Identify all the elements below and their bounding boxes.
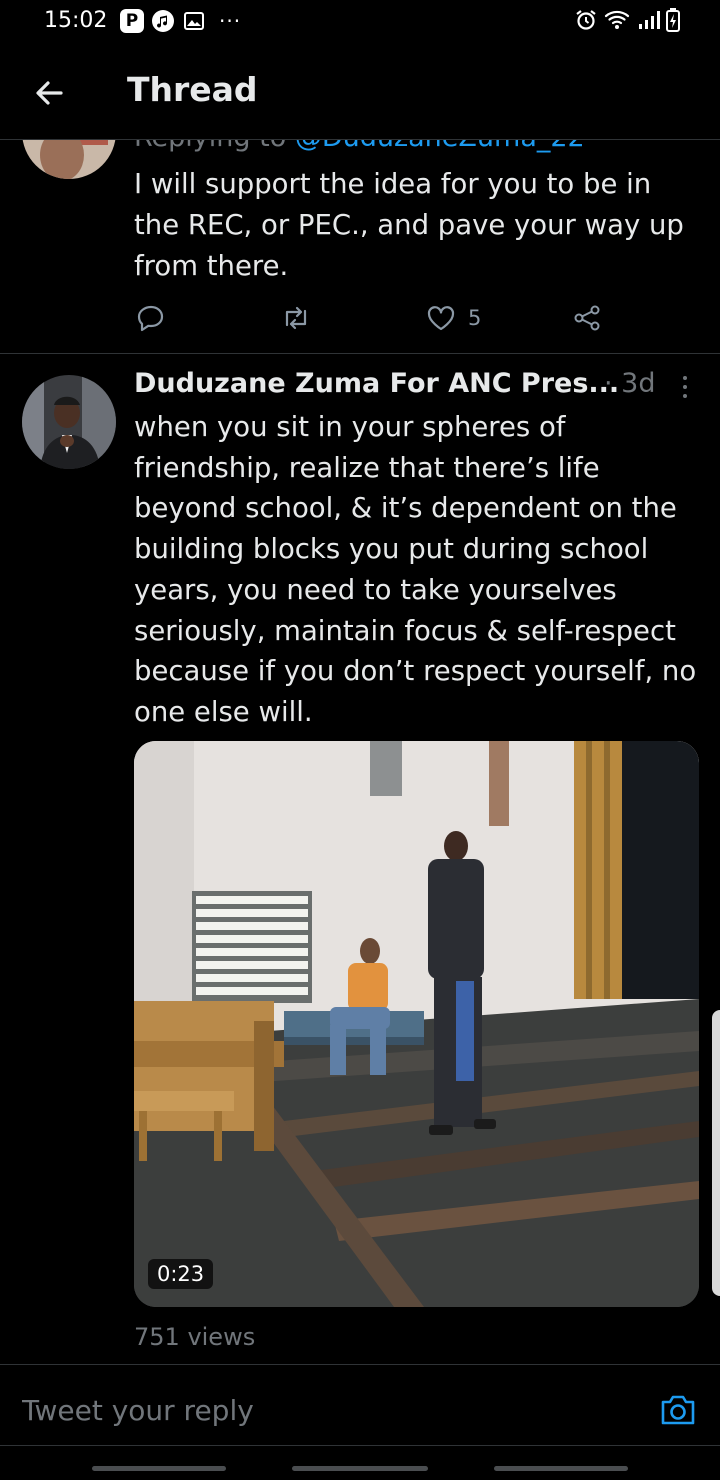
scroll-handle[interactable] <box>712 1010 720 1296</box>
video-player[interactable]: 0:23 <box>134 741 699 1307</box>
comment-icon <box>137 305 164 332</box>
main-tweet[interactable]: Duduzane Zuma For ANC Pres... · 3d when … <box>0 355 720 1365</box>
tweet-text: I will support the idea for you to be in… <box>134 168 684 282</box>
reply-input[interactable] <box>22 1390 582 1430</box>
share-button[interactable] <box>572 298 602 338</box>
nav-back-button[interactable] <box>494 1466 628 1471</box>
back-button[interactable] <box>28 72 70 114</box>
page-title: Thread <box>127 70 258 109</box>
music-icon <box>151 9 175 33</box>
nav-recents-button[interactable] <box>92 1466 226 1471</box>
tweet-text: when you sit in your spheres of friendsh… <box>134 411 697 728</box>
camera-icon <box>661 1395 695 1425</box>
avatar[interactable] <box>22 375 116 469</box>
more-notifications-icon: ··· <box>219 9 242 33</box>
camera-button[interactable] <box>658 1390 698 1430</box>
retweet-icon <box>285 306 307 330</box>
reply-button[interactable] <box>136 298 166 338</box>
p-app-icon: P <box>120 9 144 33</box>
reply-composer <box>0 1366 720 1446</box>
share-icon <box>574 305 600 331</box>
like-button[interactable]: 5 <box>426 298 481 338</box>
video-thumbnail <box>134 741 699 1307</box>
tweet-actions: 5 <box>134 298 614 338</box>
status-bar: 15:02 P ··· <box>0 0 720 44</box>
author-name[interactable]: Duduzane Zuma For ANC Pres... <box>134 368 619 399</box>
image-icon <box>182 9 206 33</box>
nav-home-button[interactable] <box>292 1466 428 1471</box>
thread-header: Thread <box>0 44 720 140</box>
more-options-button[interactable] <box>674 370 696 404</box>
wifi-icon <box>604 8 632 36</box>
back-arrow-icon <box>36 81 63 105</box>
like-count: 5 <box>468 306 482 330</box>
video-duration: 0:23 <box>148 1259 214 1289</box>
tweet-time: · 3d <box>604 368 656 399</box>
heart-icon <box>427 306 455 331</box>
status-time: 15:02 <box>44 8 108 33</box>
system-nav-bar <box>0 1458 720 1480</box>
battery-icon <box>666 8 680 36</box>
retweet-button[interactable] <box>280 298 312 338</box>
alarm-icon <box>574 8 598 36</box>
signal-icon <box>638 8 660 36</box>
system-icons <box>574 8 680 36</box>
view-count: 751 views <box>134 1323 256 1351</box>
notification-icons: P ··· <box>120 9 241 33</box>
tweet-header: Duduzane Zuma For ANC Pres... · 3d <box>134 368 704 408</box>
